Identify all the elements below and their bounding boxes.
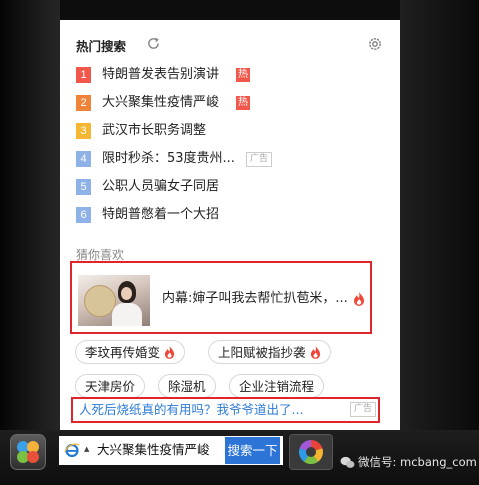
chip-label: 李玟再传婚变 <box>85 345 161 360</box>
hot-item-2[interactable]: 2 大兴聚集性疫情严峻 热 <box>76 93 376 113</box>
rank-number: 3 <box>76 123 91 139</box>
recommend-title[interactable]: 内幕:婶子叫我去帮忙扒苞米，... <box>162 290 348 308</box>
hot-badge: 热 <box>236 96 250 110</box>
gear-icon[interactable] <box>367 36 383 52</box>
rank-number: 6 <box>76 207 91 223</box>
hot-item-text[interactable]: 特朗普发表告别演讲 <box>102 66 219 84</box>
watermark-text: 微信号: mcbang_com <box>358 455 477 469</box>
figure-face <box>121 287 132 300</box>
flame-icon <box>354 292 364 306</box>
flame-icon <box>164 346 175 359</box>
recommend-thumbnail[interactable] <box>78 275 150 326</box>
colorful-app-icon <box>299 440 323 464</box>
start-button[interactable] <box>10 434 46 470</box>
hot-badge: 热 <box>236 68 250 82</box>
hot-chip[interactable]: 李玟再传婚变 <box>75 340 186 364</box>
ad-badge: 广告 <box>350 402 377 417</box>
rank-number: 2 <box>76 95 91 111</box>
hot-item-text[interactable]: 武汉市长职务调整 <box>102 122 206 140</box>
app-logo-icon <box>17 441 39 463</box>
taskbar-app-button[interactable] <box>289 434 333 470</box>
rank-number: 5 <box>76 179 91 195</box>
hot-chip[interactable]: 除湿机 <box>158 374 216 398</box>
figure-dress <box>112 303 142 326</box>
flame-icon <box>310 346 320 359</box>
panel-title: 热门搜索 <box>76 39 127 54</box>
search-input[interactable]: 大兴聚集性疫情严峻 <box>97 441 210 459</box>
hot-item-1[interactable]: 1 特朗普发表告别演讲 热 <box>76 65 376 85</box>
rank-number: 1 <box>76 67 91 83</box>
hot-item-5[interactable]: 5 公职人员骗女子同居 <box>76 177 376 197</box>
hot-chip[interactable]: 天津房价 <box>75 374 146 398</box>
chip-label: 除湿机 <box>168 379 206 394</box>
ad-link-row[interactable]: 人死后烧纸真的有用吗？我爷爷道出了... 广告 <box>71 397 380 423</box>
chip-label: 企业注销流程 <box>239 379 315 394</box>
hot-item-6[interactable]: 6 特朗普憋着一个大招 <box>76 205 376 225</box>
desktop-background-left <box>0 0 60 430</box>
desktop-background-right <box>400 0 479 430</box>
ad-link[interactable]: 人死后烧纸真的有用吗？我爷爷道出了... <box>79 401 303 418</box>
hot-chip[interactable]: 企业注销流程 <box>229 374 325 398</box>
taskbar-search-box[interactable]: ▲ 大兴聚集性疫情严峻 搜索一下 <box>59 436 283 465</box>
hot-item-text[interactable]: 限时秒杀：53度贵州... <box>102 150 235 168</box>
taskbar: ▲ 大兴聚集性疫情严峻 搜索一下 微信号: mcbang_com <box>0 430 479 485</box>
rank-number: 4 <box>76 151 91 167</box>
dropdown-caret-icon[interactable]: ▲ <box>84 445 89 453</box>
ad-badge: 广告 <box>246 152 273 167</box>
search-button[interactable]: 搜索一下 <box>225 437 280 464</box>
refresh-icon[interactable] <box>146 36 161 51</box>
wechat-icon <box>340 456 355 468</box>
hot-chip[interactable]: 上阳赋被指抄袭 <box>208 340 331 364</box>
chip-label: 天津房价 <box>85 379 136 394</box>
recommend-card[interactable]: 内幕:婶子叫我去帮忙扒苞米，... <box>70 261 372 334</box>
hot-search-panel: 热门搜索 1 特朗普发表告别演讲 热 2 大兴聚集性疫情严峻 热 3 武汉市长职… <box>60 20 400 430</box>
ie-icon <box>64 443 80 458</box>
hot-item-text[interactable]: 大兴聚集性疫情严峻 <box>102 94 219 112</box>
hot-item-4[interactable]: 4 限时秒杀：53度贵州... 广告 <box>76 149 376 169</box>
chip-label: 上阳赋被指抄袭 <box>218 345 306 360</box>
hot-item-3[interactable]: 3 武汉市长职务调整 <box>76 121 376 141</box>
hot-item-text[interactable]: 公职人员骗女子同居 <box>102 178 219 196</box>
hot-item-text[interactable]: 特朗普憋着一个大招 <box>102 206 219 224</box>
